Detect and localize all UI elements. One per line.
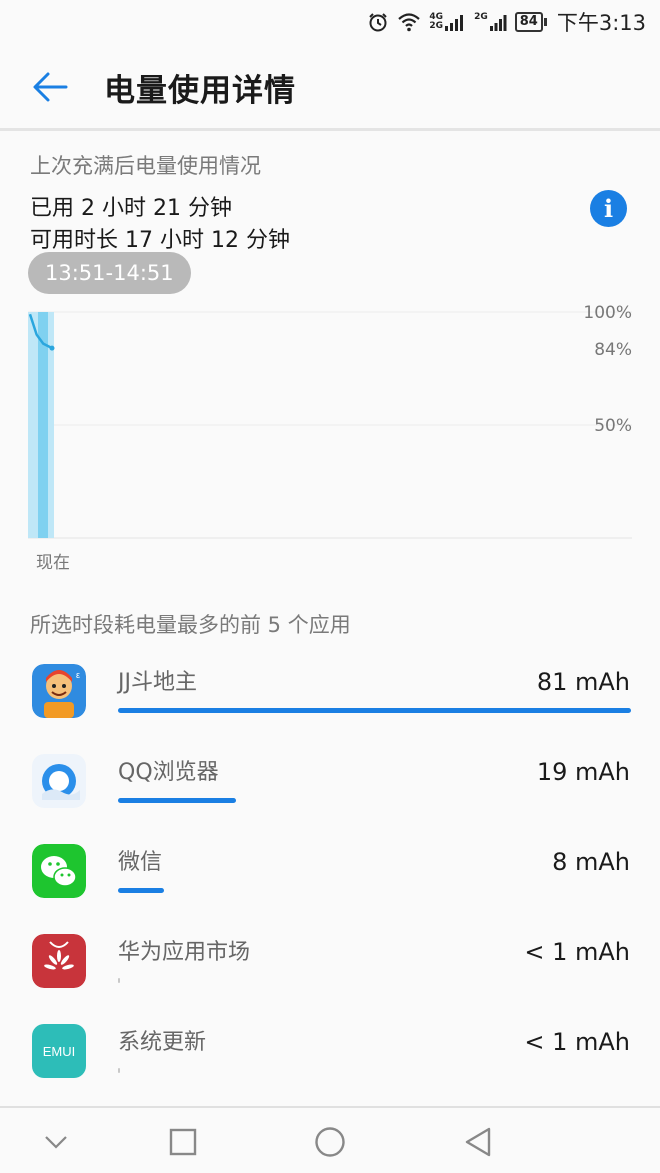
svg-text:ε: ε <box>76 670 80 680</box>
app-usage-value: < 1 mAh <box>524 1028 630 1056</box>
app-usage-value: 8 mAh <box>552 848 630 876</box>
wifi-icon <box>397 12 421 32</box>
usage-bar-fill <box>118 978 120 983</box>
header-divider <box>0 128 660 131</box>
usage-bar-fill <box>118 1068 120 1073</box>
back-button[interactable] <box>0 44 100 130</box>
system-nav-bar <box>0 1106 660 1173</box>
list-item-app[interactable]: ε JJ斗地主 81 mAh <box>0 656 660 746</box>
remaining-time-text: 可用时长 17 小时 12 分钟 <box>30 228 290 253</box>
huawei-appgallery-icon <box>32 934 86 988</box>
usage-bar-fill <box>118 888 164 893</box>
chevron-down-icon <box>45 1136 67 1149</box>
battery-icon: 84 <box>514 12 547 32</box>
app-usage-value: < 1 mAh <box>524 938 630 966</box>
usage-bar <box>118 708 631 713</box>
app-usage-value: 19 mAh <box>536 758 630 786</box>
usage-bar-fill <box>118 708 631 713</box>
battery-chart[interactable]: 100% 84% 50% 现在 <box>28 300 634 573</box>
charge-band-1 <box>28 312 38 538</box>
info-icon: i <box>603 194 614 223</box>
info-button[interactable]: i <box>590 190 627 227</box>
alarm-icon <box>367 11 389 33</box>
emui-logo-text: EMUI <box>42 1043 76 1059</box>
signal-sim2-icon: 2G <box>474 13 507 31</box>
list-item-app[interactable]: QQ浏览器 19 mAh <box>0 746 660 836</box>
battery-level-point <box>49 345 55 351</box>
summary-section-title: 上次充满后电量使用情况 <box>30 154 261 178</box>
y-tick-label: 50% <box>594 416 632 436</box>
battery-level: 84 <box>514 12 547 32</box>
time-range-pill[interactable]: 13:51-14:51 <box>28 252 191 294</box>
jj-doudizhu-icon: ε <box>32 664 86 718</box>
page-title: 电量使用详情 <box>104 72 296 109</box>
nav-hide-button[interactable] <box>38 1124 74 1160</box>
list-item-app[interactable]: EMUI 系统更新 < 1 mAh <box>0 1016 660 1106</box>
app-name: JJ斗地主 <box>118 670 197 695</box>
top-apps-header: 所选时段耗电量最多的前 5 个应用 <box>30 613 351 637</box>
list-item-app[interactable]: 微信 8 mAh <box>0 836 660 926</box>
emui-update-icon: EMUI <box>32 1024 86 1078</box>
x-axis-label: 现在 <box>36 553 70 573</box>
nav-home-button[interactable] <box>312 1124 348 1160</box>
status-bar: 4G 2G 2G 84 下午3:13 <box>0 0 660 44</box>
y-tick-label: 84% <box>594 340 632 360</box>
qq-browser-icon <box>32 754 86 808</box>
triangle-back-icon <box>465 1127 491 1157</box>
app-name: 系统更新 <box>118 1030 207 1055</box>
status-time: 下午3:13 <box>556 11 646 35</box>
nav-back-button[interactable] <box>460 1124 496 1160</box>
app-name: QQ浏览器 <box>118 760 219 785</box>
app-name: 华为应用市场 <box>118 940 251 965</box>
square-icon <box>169 1128 197 1156</box>
network-type-1b: 2G <box>429 21 444 31</box>
battery-chart-svg <box>28 311 632 539</box>
list-item-app[interactable]: 华为应用市场 < 1 mAh <box>0 926 660 1016</box>
used-time-text: 已用 2 小时 21 分钟 <box>30 196 232 221</box>
usage-bar <box>118 888 631 893</box>
usage-bar <box>118 1068 631 1073</box>
usage-bar <box>118 978 631 983</box>
app-name: 微信 <box>118 850 163 875</box>
app-bar: 电量使用详情 <box>0 44 660 130</box>
signal-sim1-icon: 4G 2G <box>429 13 466 31</box>
y-tick-label: 100% <box>583 303 632 323</box>
usage-bar-fill <box>118 798 236 803</box>
arrow-left-icon <box>33 72 68 102</box>
usage-bar <box>118 798 631 803</box>
app-usage-value: 81 mAh <box>536 668 630 696</box>
nav-recents-button[interactable] <box>165 1124 201 1160</box>
wechat-icon <box>32 844 86 898</box>
circle-icon <box>315 1127 345 1157</box>
